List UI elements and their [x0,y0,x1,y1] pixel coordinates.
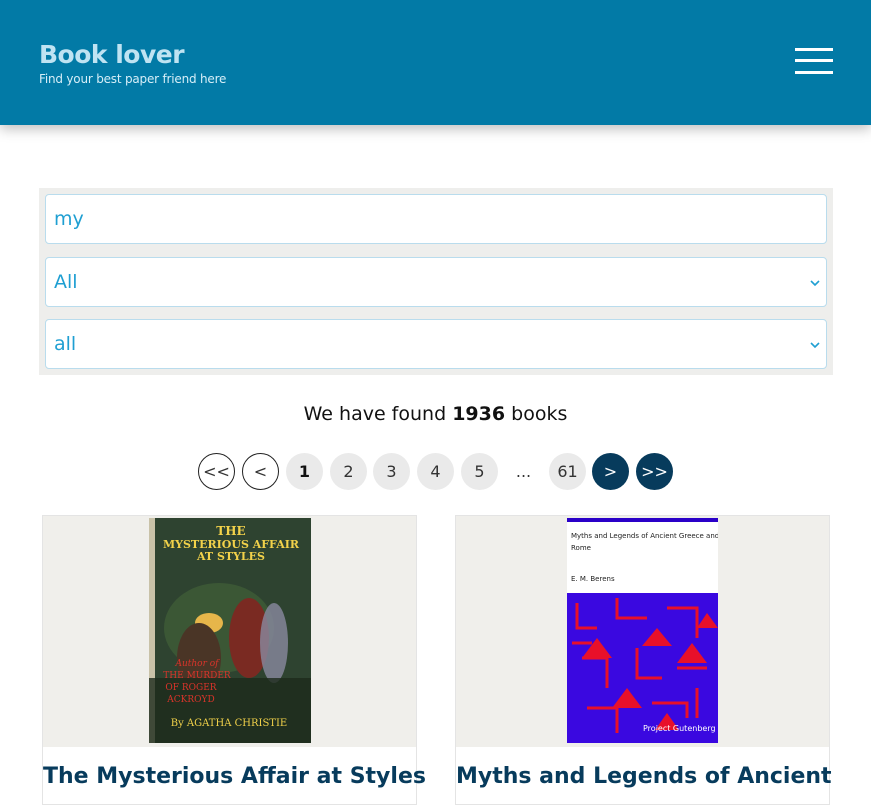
category-select[interactable]: All [45,257,827,307]
page-3-button[interactable]: 3 [373,453,410,490]
site-title[interactable]: Book lover [39,40,185,69]
chevron-down-icon [810,342,820,349]
book-card[interactable]: THE MYSTERIOUS AFFAIR AT STYLES Author o… [42,515,426,805]
category-select-value: All [54,271,78,293]
svg-text:AT STYLES: AT STYLES [196,550,265,563]
page-5-button[interactable]: 5 [461,453,498,490]
book-title[interactable]: Myths and Legends of Ancient [456,764,832,789]
svg-text:ACKROYD: ACKROYD [166,695,214,705]
results-count: We have found 1936 books [0,403,871,425]
page-61-button[interactable]: 61 [549,453,586,490]
last-page-button[interactable]: >> [636,453,673,490]
cover-illustration: THE MYSTERIOUS AFFAIR AT STYLES Author o… [149,518,311,743]
prev-page-button[interactable]: < [242,453,279,490]
svg-text:Author of: Author of [174,659,220,669]
svg-text:E. M. Berens: E. M. Berens [571,575,615,583]
filter-panel: my All all [39,188,833,375]
book-cover-area: Myths and Legends of Ancient Greece and … [456,516,829,747]
book-title[interactable]: The Mysterious Affair at Styles [43,764,426,789]
svg-text:By AGATHA CHRISTIE: By AGATHA CHRISTIE [171,718,287,729]
svg-text:Rome: Rome [571,544,591,552]
pagination-ellipsis: ... [515,462,532,481]
results-suffix: books [511,403,568,425]
first-page-button[interactable]: << [198,453,235,490]
site-subtitle: Find your best paper friend here [39,72,227,86]
svg-text:Myths and Legends of Ancient G: Myths and Legends of Ancient Greece and [571,532,718,540]
site-header: Book lover Find your best paper friend h… [0,0,871,125]
book-card[interactable]: Myths and Legends of Ancient Greece and … [455,515,832,805]
book-cover-image[interactable]: THE MYSTERIOUS AFFAIR AT STYLES Author o… [149,518,311,743]
search-input[interactable]: my [45,194,827,244]
language-select-value: all [54,333,77,355]
cover-illustration: Myths and Legends of Ancient Greece and … [567,518,718,743]
svg-text:THE MURDER: THE MURDER [163,671,231,681]
next-page-button[interactable]: > [592,453,629,490]
pagination: << < 1 2 3 4 5 ... 61 > >> [0,453,871,490]
svg-text:OF ROGER: OF ROGER [165,683,216,693]
svg-text:THE: THE [216,524,245,538]
results-number: 1936 [452,403,506,425]
book-cover-area: THE MYSTERIOUS AFFAIR AT STYLES Author o… [43,516,416,747]
page-4-button[interactable]: 4 [417,453,454,490]
svg-text:Project Gutenberg: Project Gutenberg [643,724,716,733]
book-cover-image[interactable]: Myths and Legends of Ancient Greece and … [567,518,718,743]
page-2-button[interactable]: 2 [330,453,367,490]
results-prefix: We have found [303,403,447,425]
language-select[interactable]: all [45,319,827,369]
chevron-down-icon [810,280,820,287]
page-1-button[interactable]: 1 [286,453,323,490]
hamburger-menu-icon[interactable] [795,47,833,77]
